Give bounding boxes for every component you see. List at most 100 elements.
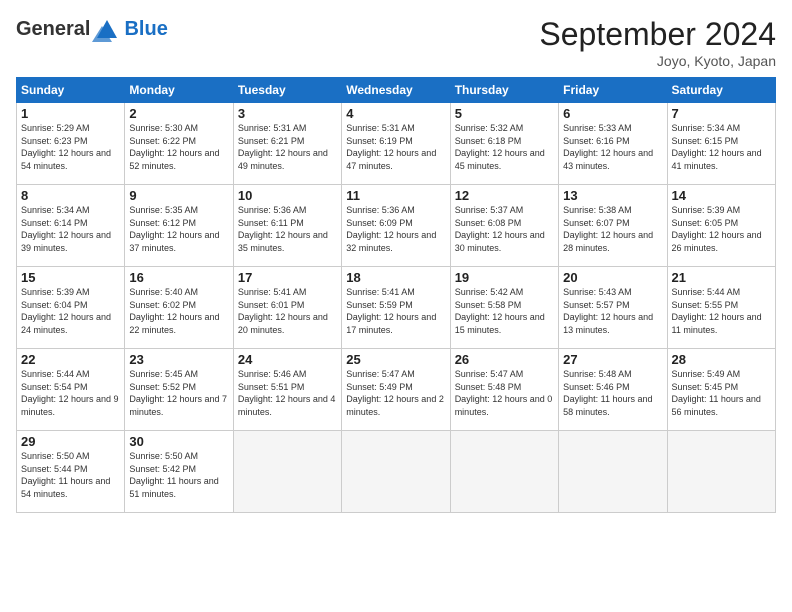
table-row: 28Sunrise: 5:49 AMSunset: 5:45 PMDayligh… [667, 349, 775, 431]
day-number: 29 [21, 434, 120, 449]
table-row [559, 431, 667, 513]
day-number: 8 [21, 188, 120, 203]
day-info: Sunrise: 5:43 AMSunset: 5:57 PMDaylight:… [563, 286, 662, 336]
table-row: 30Sunrise: 5:50 AMSunset: 5:42 PMDayligh… [125, 431, 233, 513]
table-row: 6Sunrise: 5:33 AMSunset: 6:16 PMDaylight… [559, 103, 667, 185]
day-number: 25 [346, 352, 445, 367]
day-info: Sunrise: 5:36 AMSunset: 6:11 PMDaylight:… [238, 204, 337, 254]
location: Joyo, Kyoto, Japan [539, 53, 776, 69]
logo-general: General [16, 18, 90, 41]
day-info: Sunrise: 5:36 AMSunset: 6:09 PMDaylight:… [346, 204, 445, 254]
day-info: Sunrise: 5:44 AMSunset: 5:54 PMDaylight:… [21, 368, 120, 418]
day-info: Sunrise: 5:46 AMSunset: 5:51 PMDaylight:… [238, 368, 337, 418]
day-number: 1 [21, 106, 120, 121]
day-number: 27 [563, 352, 662, 367]
table-row: 23Sunrise: 5:45 AMSunset: 5:52 PMDayligh… [125, 349, 233, 431]
table-row: 2Sunrise: 5:30 AMSunset: 6:22 PMDaylight… [125, 103, 233, 185]
day-number: 16 [129, 270, 228, 285]
day-number: 18 [346, 270, 445, 285]
day-info: Sunrise: 5:35 AMSunset: 6:12 PMDaylight:… [129, 204, 228, 254]
day-number: 4 [346, 106, 445, 121]
logo-icon [92, 16, 122, 42]
day-number: 7 [672, 106, 771, 121]
day-info: Sunrise: 5:34 AMSunset: 6:14 PMDaylight:… [21, 204, 120, 254]
table-row: 13Sunrise: 5:38 AMSunset: 6:07 PMDayligh… [559, 185, 667, 267]
logo-blue: Blue [124, 18, 167, 41]
calendar-row: 22Sunrise: 5:44 AMSunset: 5:54 PMDayligh… [17, 349, 776, 431]
day-number: 30 [129, 434, 228, 449]
table-row [450, 431, 558, 513]
calendar-header-row: Sunday Monday Tuesday Wednesday Thursday… [17, 78, 776, 103]
table-row [667, 431, 775, 513]
day-number: 5 [455, 106, 554, 121]
table-row: 27Sunrise: 5:48 AMSunset: 5:46 PMDayligh… [559, 349, 667, 431]
title-block: September 2024 Joyo, Kyoto, Japan [539, 16, 776, 69]
day-info: Sunrise: 5:41 AMSunset: 6:01 PMDaylight:… [238, 286, 337, 336]
day-number: 23 [129, 352, 228, 367]
col-thursday: Thursday [450, 78, 558, 103]
table-row: 17Sunrise: 5:41 AMSunset: 6:01 PMDayligh… [233, 267, 341, 349]
day-number: 15 [21, 270, 120, 285]
month-title: September 2024 [539, 16, 776, 53]
day-info: Sunrise: 5:47 AMSunset: 5:49 PMDaylight:… [346, 368, 445, 418]
table-row: 15Sunrise: 5:39 AMSunset: 6:04 PMDayligh… [17, 267, 125, 349]
calendar-page: General Blue September 2024 Joyo, Kyoto,… [0, 0, 792, 612]
day-number: 28 [672, 352, 771, 367]
day-info: Sunrise: 5:34 AMSunset: 6:15 PMDaylight:… [672, 122, 771, 172]
day-info: Sunrise: 5:50 AMSunset: 5:44 PMDaylight:… [21, 450, 120, 500]
table-row: 12Sunrise: 5:37 AMSunset: 6:08 PMDayligh… [450, 185, 558, 267]
day-number: 20 [563, 270, 662, 285]
day-info: Sunrise: 5:33 AMSunset: 6:16 PMDaylight:… [563, 122, 662, 172]
table-row: 16Sunrise: 5:40 AMSunset: 6:02 PMDayligh… [125, 267, 233, 349]
day-info: Sunrise: 5:39 AMSunset: 6:05 PMDaylight:… [672, 204, 771, 254]
table-row [342, 431, 450, 513]
day-info: Sunrise: 5:42 AMSunset: 5:58 PMDaylight:… [455, 286, 554, 336]
calendar-table: Sunday Monday Tuesday Wednesday Thursday… [16, 77, 776, 513]
logo: General Blue [16, 16, 168, 42]
day-number: 19 [455, 270, 554, 285]
day-number: 3 [238, 106, 337, 121]
calendar-row: 29Sunrise: 5:50 AMSunset: 5:44 PMDayligh… [17, 431, 776, 513]
col-wednesday: Wednesday [342, 78, 450, 103]
table-row: 14Sunrise: 5:39 AMSunset: 6:05 PMDayligh… [667, 185, 775, 267]
col-saturday: Saturday [667, 78, 775, 103]
table-row: 29Sunrise: 5:50 AMSunset: 5:44 PMDayligh… [17, 431, 125, 513]
table-row: 19Sunrise: 5:42 AMSunset: 5:58 PMDayligh… [450, 267, 558, 349]
table-row: 10Sunrise: 5:36 AMSunset: 6:11 PMDayligh… [233, 185, 341, 267]
table-row: 9Sunrise: 5:35 AMSunset: 6:12 PMDaylight… [125, 185, 233, 267]
day-number: 26 [455, 352, 554, 367]
day-info: Sunrise: 5:31 AMSunset: 6:19 PMDaylight:… [346, 122, 445, 172]
col-friday: Friday [559, 78, 667, 103]
col-sunday: Sunday [17, 78, 125, 103]
table-row: 18Sunrise: 5:41 AMSunset: 5:59 PMDayligh… [342, 267, 450, 349]
day-info: Sunrise: 5:38 AMSunset: 6:07 PMDaylight:… [563, 204, 662, 254]
table-row: 22Sunrise: 5:44 AMSunset: 5:54 PMDayligh… [17, 349, 125, 431]
day-info: Sunrise: 5:41 AMSunset: 5:59 PMDaylight:… [346, 286, 445, 336]
table-row: 26Sunrise: 5:47 AMSunset: 5:48 PMDayligh… [450, 349, 558, 431]
table-row: 1Sunrise: 5:29 AMSunset: 6:23 PMDaylight… [17, 103, 125, 185]
day-number: 22 [21, 352, 120, 367]
table-row: 5Sunrise: 5:32 AMSunset: 6:18 PMDaylight… [450, 103, 558, 185]
table-row: 7Sunrise: 5:34 AMSunset: 6:15 PMDaylight… [667, 103, 775, 185]
header: General Blue September 2024 Joyo, Kyoto,… [16, 16, 776, 69]
day-info: Sunrise: 5:39 AMSunset: 6:04 PMDaylight:… [21, 286, 120, 336]
calendar-row: 15Sunrise: 5:39 AMSunset: 6:04 PMDayligh… [17, 267, 776, 349]
logo-text: General Blue [16, 16, 168, 42]
day-number: 11 [346, 188, 445, 203]
day-number: 13 [563, 188, 662, 203]
day-number: 2 [129, 106, 228, 121]
day-info: Sunrise: 5:45 AMSunset: 5:52 PMDaylight:… [129, 368, 228, 418]
day-number: 6 [563, 106, 662, 121]
table-row: 25Sunrise: 5:47 AMSunset: 5:49 PMDayligh… [342, 349, 450, 431]
day-info: Sunrise: 5:44 AMSunset: 5:55 PMDaylight:… [672, 286, 771, 336]
day-info: Sunrise: 5:30 AMSunset: 6:22 PMDaylight:… [129, 122, 228, 172]
table-row: 24Sunrise: 5:46 AMSunset: 5:51 PMDayligh… [233, 349, 341, 431]
table-row: 11Sunrise: 5:36 AMSunset: 6:09 PMDayligh… [342, 185, 450, 267]
table-row: 20Sunrise: 5:43 AMSunset: 5:57 PMDayligh… [559, 267, 667, 349]
day-info: Sunrise: 5:40 AMSunset: 6:02 PMDaylight:… [129, 286, 228, 336]
day-info: Sunrise: 5:29 AMSunset: 6:23 PMDaylight:… [21, 122, 120, 172]
day-number: 9 [129, 188, 228, 203]
table-row: 3Sunrise: 5:31 AMSunset: 6:21 PMDaylight… [233, 103, 341, 185]
day-number: 10 [238, 188, 337, 203]
day-number: 21 [672, 270, 771, 285]
